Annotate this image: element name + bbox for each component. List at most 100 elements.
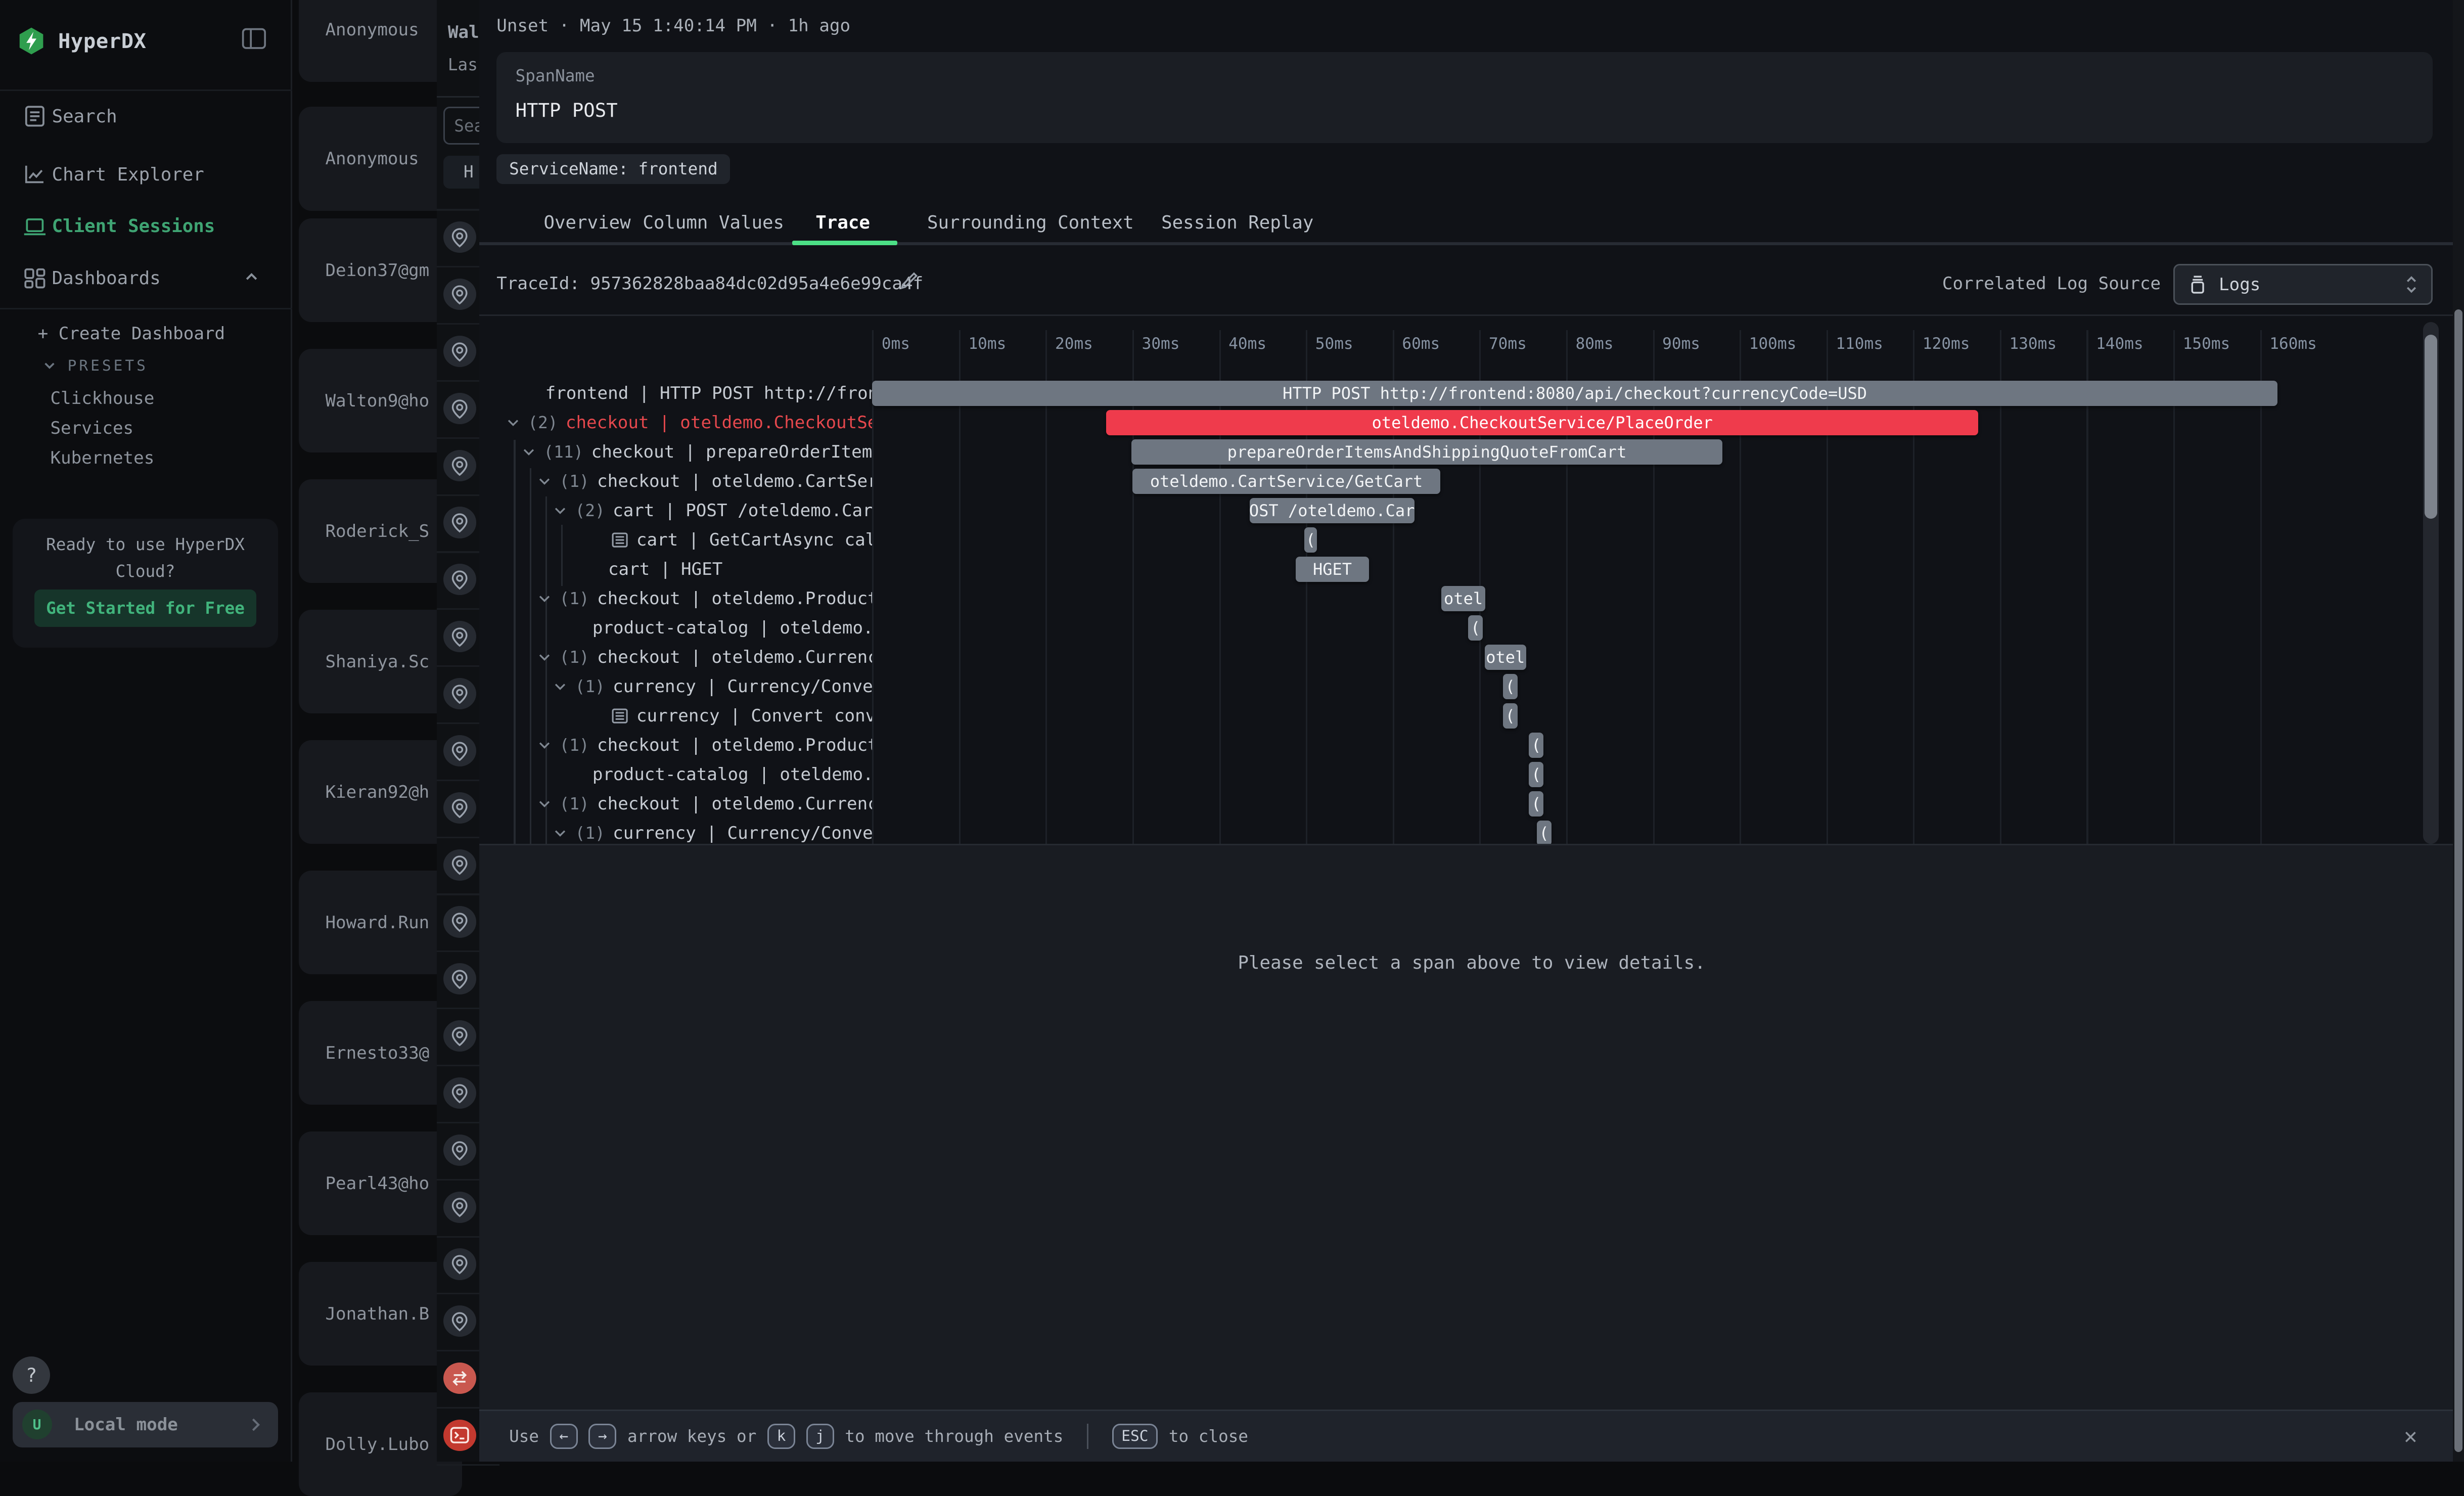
location-pin-icon[interactable] (443, 1248, 476, 1280)
arrow-right-key: → (588, 1424, 616, 1448)
location-pin-icon[interactable] (443, 279, 476, 310)
trace-span-row[interactable]: (1)checkout | oteldemo.CurrencySe…otel (479, 643, 2464, 672)
location-pin-icon[interactable] (443, 507, 476, 538)
trace-span-row[interactable]: (1)currency | Currency/Convert( (479, 672, 2464, 701)
swap-arrows-icon[interactable] (443, 1363, 476, 1394)
location-pin-icon[interactable] (443, 1077, 476, 1109)
span-duration-bar[interactable]: ( (1304, 527, 1317, 553)
trace-span-row[interactable]: frontend | HTTP POST http://frontend:…HT… (479, 379, 2464, 408)
location-pin-icon[interactable] (443, 963, 476, 994)
tab-surrounding-context[interactable]: Surrounding Context (927, 212, 1134, 233)
trace-span-row[interactable]: (1)checkout | oteldemo.ProductCat…( (479, 731, 2464, 760)
location-pin-icon[interactable] (443, 1020, 476, 1052)
trace-span-row[interactable]: (2)cart | POST /oteldemo.CartSe…POST /ot… (479, 496, 2464, 525)
span-duration-bar[interactable]: ( (1468, 615, 1483, 641)
trace-span-row[interactable]: (1)checkout | oteldemo.ProductCat…otel (479, 584, 2464, 613)
location-pin-icon[interactable] (443, 906, 476, 937)
span-duration-bar[interactable]: ( (1529, 733, 1543, 758)
span-duration-bar[interactable]: POST /oteldemo.Cart (1250, 498, 1414, 523)
location-pin-icon[interactable] (443, 1192, 476, 1223)
preset-clickhouse[interactable]: Clickhouse (50, 388, 154, 409)
edit-pencil-icon[interactable] (897, 270, 920, 293)
chevron-down-icon[interactable] (553, 826, 567, 840)
span-bar-label: otel (1486, 648, 1525, 667)
trace-span-row[interactable]: cart | HGETHGET (479, 555, 2464, 584)
terminal-icon[interactable] (443, 1420, 476, 1451)
tab-column-values[interactable]: Column Values (643, 212, 784, 233)
span-duration-bar[interactable]: ( (1537, 821, 1552, 844)
location-pin-icon[interactable] (443, 450, 476, 481)
trace-span-row[interactable]: (11)checkout | prepareOrderItemsAnd… prep… (479, 437, 2464, 467)
span-duration-bar[interactable]: HTTP POST http://frontend:8080/api/check… (872, 381, 2277, 406)
span-bar-label: ( (1531, 794, 1541, 813)
span-duration-bar[interactable]: oteldemo.CheckoutService/PlaceOrder (1106, 410, 1978, 435)
span-duration-bar[interactable]: oteldemo.CartService/GetCart (1132, 469, 1440, 494)
local-mode-menu[interactable]: U Local mode (13, 1402, 278, 1447)
create-dashboard-button[interactable]: + Create Dashboard (38, 324, 225, 344)
location-pin-icon[interactable] (443, 678, 476, 709)
hint-text: to close (1169, 1427, 1248, 1446)
span-duration-bar[interactable]: otel (1441, 586, 1486, 611)
log-source-select[interactable]: Logs (2173, 264, 2433, 305)
axis-tick-label: 100ms (1749, 335, 1797, 353)
hint-text: arrow keys or (627, 1427, 756, 1446)
sidebar-item-client-sessions[interactable]: Client Sessions (0, 203, 292, 250)
waterfall-scrollbar[interactable] (2423, 322, 2439, 844)
chevron-down-icon[interactable] (553, 504, 567, 518)
span-tree-cell: (11)checkout | prepareOrderItemsAnd… (522, 437, 872, 467)
span-duration-bar[interactable]: ( (1529, 762, 1543, 787)
span-duration-bar[interactable]: prepareOrderItemsAndShippingQuoteFromCar… (1131, 439, 1722, 465)
chevron-down-icon[interactable] (506, 416, 520, 430)
chevron-down-icon[interactable] (537, 738, 552, 752)
span-duration-bar[interactable]: HGET (1296, 557, 1370, 582)
trace-span-row[interactable]: product-catalog | oteldemo.Prod…( (479, 613, 2464, 643)
location-pin-icon[interactable] (443, 792, 476, 824)
span-duration-bar[interactable]: ( (1503, 703, 1518, 729)
span-duration-bar[interactable]: ( (1529, 791, 1543, 817)
location-pin-icon[interactable] (443, 849, 476, 881)
help-button[interactable]: ? (13, 1356, 51, 1394)
tab-overview[interactable]: Overview (544, 212, 631, 233)
trace-span-row[interactable]: (1)checkout | oteldemo.CurrencySe…( (479, 789, 2464, 819)
panel-scrollbar[interactable] (2453, 0, 2464, 1462)
location-pin-icon[interactable] (443, 1135, 476, 1166)
sidebar-collapse-icon[interactable] (241, 27, 267, 51)
get-started-button[interactable]: Get Started for Free (34, 590, 256, 627)
location-pin-icon[interactable] (443, 221, 476, 253)
span-duration-bar[interactable]: otel (1485, 645, 1526, 670)
location-pin-icon[interactable] (443, 564, 476, 595)
span-bar-label: prepareOrderItemsAndShippingQuoteFromCar… (1227, 442, 1627, 462)
sidebar-item-search[interactable]: Search (0, 93, 292, 140)
trace-span-row[interactable]: (2)checkout | oteldemo.CheckoutServic…ot… (479, 408, 2464, 437)
location-pin-icon[interactable] (443, 393, 476, 424)
tab-trace[interactable]: Trace (815, 212, 870, 233)
chevron-down-icon[interactable] (537, 592, 552, 606)
location-pin-icon[interactable] (443, 735, 476, 766)
tab-session-replay[interactable]: Session Replay (1161, 212, 1313, 233)
session-subtitle: Las (448, 55, 478, 74)
chevron-up-icon[interactable] (244, 269, 259, 285)
divider (0, 308, 292, 309)
trace-span-row[interactable]: (1)checkout | oteldemo.CartServic…otelde… (479, 467, 2464, 496)
trace-span-row[interactable]: product-catalog | oteldemo.Prod…( (479, 760, 2464, 789)
child-count: (2) (528, 413, 558, 432)
preset-kubernetes[interactable]: Kubernetes (50, 448, 154, 468)
trace-span-row[interactable]: cart | GetCartAsync called…( (479, 525, 2464, 555)
scrollbar-thumb[interactable] (2425, 335, 2437, 519)
close-icon[interactable]: ✕ (2393, 1419, 2428, 1454)
chevron-down-icon[interactable] (553, 679, 567, 694)
location-pin-icon[interactable] (443, 1305, 476, 1337)
presets-toggle[interactable]: PRESETS (42, 357, 148, 374)
chevron-down-icon[interactable] (537, 797, 552, 811)
trace-span-row[interactable]: (1)currency | Currency/Convert( (479, 819, 2464, 844)
location-pin-icon[interactable] (443, 336, 476, 367)
chevron-down-icon[interactable] (537, 474, 552, 488)
location-pin-icon[interactable] (443, 621, 476, 652)
scrollbar-thumb[interactable] (2454, 309, 2462, 1452)
trace-span-row[interactable]: currency | Convert convers…( (479, 701, 2464, 731)
chevron-down-icon[interactable] (537, 650, 552, 664)
chevron-down-icon[interactable] (522, 445, 536, 459)
preset-services[interactable]: Services (50, 418, 133, 438)
span-duration-bar[interactable]: ( (1503, 674, 1518, 699)
sidebar-item-chart-explorer[interactable]: Chart Explorer (0, 151, 292, 198)
